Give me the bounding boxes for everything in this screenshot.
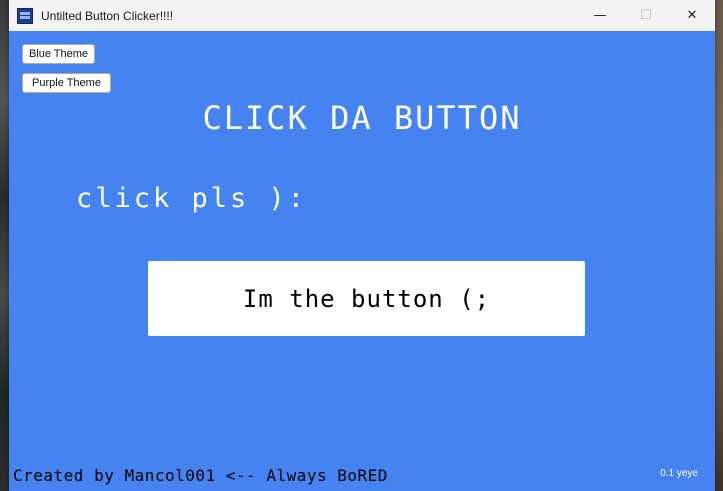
app-icon bbox=[17, 7, 33, 24]
window-title: Untilted Button Clicker!!!! bbox=[41, 8, 174, 23]
blue-theme-button[interactable]: Blue Theme bbox=[22, 44, 95, 64]
prompt-text: click pls ): bbox=[76, 183, 308, 214]
maximize-icon: ☐ bbox=[640, 8, 652, 23]
headline: CLICK DA BUTTON bbox=[202, 99, 522, 137]
app-window: Untilted Button Clicker!!!! — ☐ ✕ Blue T… bbox=[9, 0, 715, 491]
window-controls: — ☐ ✕ bbox=[577, 0, 715, 31]
maximize-button[interactable]: ☐ bbox=[623, 0, 669, 31]
close-button[interactable]: ✕ bbox=[669, 0, 715, 31]
desktop-background-right bbox=[715, 0, 723, 491]
minimize-button[interactable]: — bbox=[577, 0, 623, 31]
title-bar[interactable]: Untilted Button Clicker!!!! — ☐ ✕ bbox=[9, 0, 715, 31]
version-label: 0.1 yeye bbox=[660, 468, 698, 479]
main-click-button-label: Im the button (; bbox=[242, 284, 491, 313]
minimize-icon: — bbox=[593, 8, 607, 23]
purple-theme-button[interactable]: Purple Theme bbox=[22, 73, 111, 93]
credit-text: Created by Mancol001 <-- Always BoRED bbox=[13, 466, 388, 485]
main-click-button[interactable]: Im the button (; bbox=[148, 261, 585, 336]
client-area: Blue Theme Purple Theme CLICK DA BUTTON … bbox=[9, 31, 715, 491]
close-icon: ✕ bbox=[686, 8, 698, 23]
